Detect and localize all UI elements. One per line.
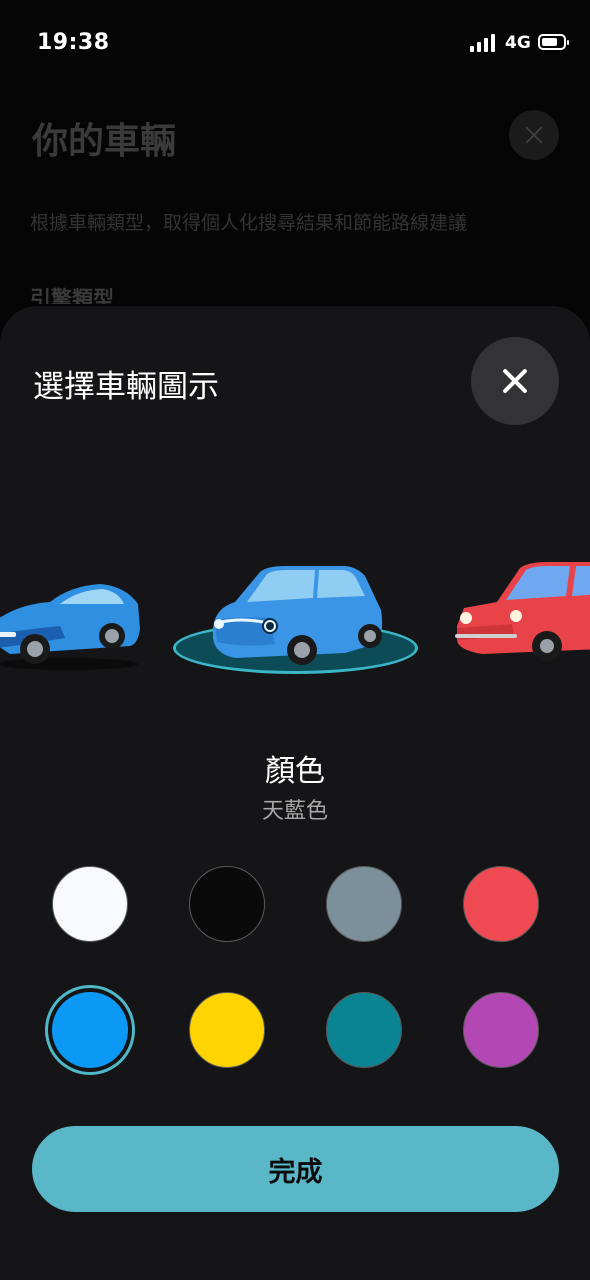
battery-icon: [538, 34, 569, 50]
color-swatch-gray[interactable]: [326, 866, 402, 942]
sheet-title: 選擇車輛圖示: [33, 369, 219, 405]
signal-icon: [470, 34, 496, 52]
color-swatch-teal[interactable]: [326, 992, 402, 1068]
page-close-icon: [509, 110, 559, 160]
status-time: 19:38: [37, 30, 110, 55]
network-label: 4G: [505, 33, 531, 53]
color-swatch-yellow[interactable]: [189, 992, 265, 1068]
color-swatch-black[interactable]: [189, 866, 265, 942]
page-title: 你的車輛: [32, 121, 177, 162]
sports-car-icon[interactable]: [0, 574, 145, 674]
vehicle-carousel[interactable]: [0, 536, 590, 706]
color-heading: 顏色: [265, 754, 325, 789]
status-bar: 19:38 4G: [0, 0, 590, 88]
color-swatch-white[interactable]: [52, 866, 128, 942]
color-swatch-sky-blue[interactable]: [52, 992, 128, 1068]
selected-color-name: 天藍色: [261, 799, 328, 824]
color-swatch-purple[interactable]: [463, 992, 539, 1068]
section-label-engine: 引擎類型: [30, 287, 114, 304]
color-swatch-red[interactable]: [463, 866, 539, 942]
vehicle-icon-sheet: 選擇車輛圖示 顏色 天藍色 完成: [0, 306, 590, 1280]
hatchback-car-icon[interactable]: [205, 558, 390, 673]
done-button[interactable]: 完成: [32, 1126, 559, 1212]
page-description: 根據車輛類型，取得個人化搜尋結果和節能路線建議: [30, 212, 468, 234]
close-button[interactable]: [471, 337, 559, 425]
classic-car-icon[interactable]: [452, 554, 590, 669]
